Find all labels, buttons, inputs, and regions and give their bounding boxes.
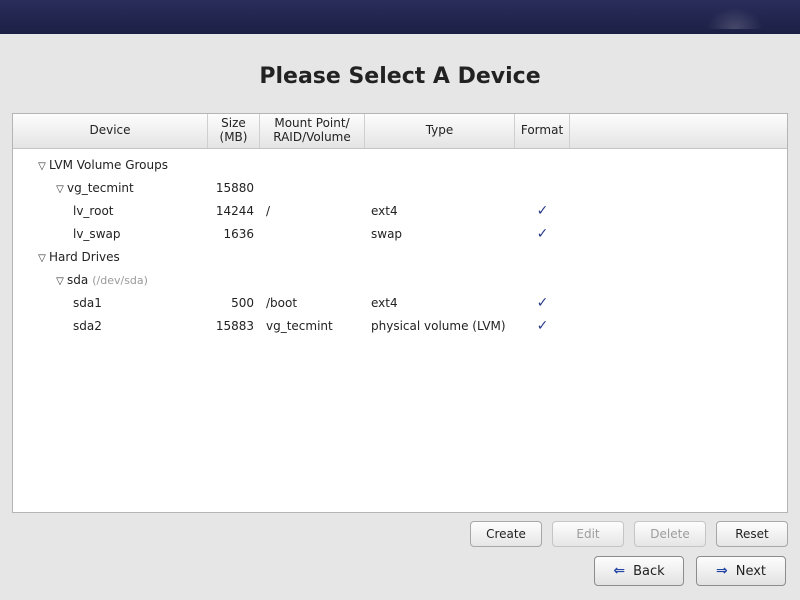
size-cell: 500 — [208, 296, 260, 310]
device-label: LVM Volume Groups — [49, 158, 168, 172]
check-icon: ✓ — [537, 226, 549, 242]
col-device[interactable]: Device — [13, 114, 208, 148]
size-cell: 1636 — [208, 227, 260, 241]
col-size[interactable]: Size (MB) — [208, 114, 260, 148]
col-spacer — [570, 114, 787, 148]
page-title: Please Select A Device — [0, 34, 800, 113]
window-titlebar — [0, 0, 800, 34]
create-button[interactable]: Create — [470, 521, 542, 547]
format-cell: ✓ — [515, 226, 570, 242]
size-cell: 15883 — [208, 319, 260, 333]
col-format[interactable]: Format — [515, 114, 570, 148]
type-cell: swap — [365, 227, 515, 241]
type-cell: ext4 — [365, 204, 515, 218]
table-row[interactable]: ▽LVM Volume Groups — [13, 153, 787, 176]
table-row[interactable]: sda1 500/bootext4 ✓ — [13, 291, 787, 314]
device-label: lv_swap — [73, 227, 120, 241]
back-label: Back — [633, 564, 665, 579]
check-icon: ✓ — [537, 295, 549, 311]
mount-cell: / — [260, 204, 365, 218]
nav-buttons: ⇐ Back ⇒ Next — [594, 556, 786, 586]
next-button[interactable]: ⇒ Next — [696, 556, 786, 586]
chevron-down-icon[interactable]: ▽ — [37, 253, 47, 264]
device-label: sda2 — [73, 319, 102, 333]
table-body[interactable]: ▽LVM Volume Groups▽vg_tecmint15880lv_roo… — [13, 149, 787, 512]
col-type[interactable]: Type — [365, 114, 515, 148]
table-row[interactable]: lv_root 14244/ext4 ✓ — [13, 199, 787, 222]
device-label: lv_root — [73, 204, 114, 218]
device-label: vg_tecmint — [67, 181, 134, 195]
format-cell: ✓ — [515, 203, 570, 219]
delete-button: Delete — [634, 521, 706, 547]
chevron-down-icon[interactable]: ▽ — [55, 184, 65, 195]
chevron-down-icon[interactable]: ▽ — [37, 161, 47, 172]
col-mount[interactable]: Mount Point/ RAID/Volume — [260, 114, 365, 148]
arrow-right-icon: ⇒ — [716, 563, 728, 579]
mount-cell: /boot — [260, 296, 365, 310]
device-panel: Device Size (MB) Mount Point/ RAID/Volum… — [12, 113, 788, 513]
table-row[interactable]: lv_swap 1636 swap ✓ — [13, 222, 787, 245]
chevron-down-icon[interactable]: ▽ — [55, 276, 65, 287]
mount-cell: vg_tecmint — [260, 319, 365, 333]
table-row[interactable]: ▽Hard Drives — [13, 245, 787, 268]
type-cell: ext4 — [365, 296, 515, 310]
table-row[interactable]: ▽sda (/dev/sda) — [13, 268, 787, 291]
type-cell: physical volume (LVM) — [365, 319, 515, 333]
size-cell: 15880 — [208, 181, 260, 195]
check-icon: ✓ — [537, 203, 549, 219]
format-cell: ✓ — [515, 318, 570, 334]
arrow-left-icon: ⇐ — [613, 563, 625, 579]
table-row[interactable]: sda2 15883vg_tecmintphysical volume (LVM)… — [13, 314, 787, 337]
device-label: sda — [67, 273, 88, 287]
edit-button: Edit — [552, 521, 624, 547]
table-header: Device Size (MB) Mount Point/ RAID/Volum… — [13, 114, 787, 149]
back-button[interactable]: ⇐ Back — [594, 556, 684, 586]
device-label: sda1 — [73, 296, 102, 310]
reset-button[interactable]: Reset — [716, 521, 788, 547]
table-row[interactable]: ▽vg_tecmint 15880 — [13, 176, 787, 199]
device-note: (/dev/sda) — [92, 274, 148, 287]
action-buttons: Create Edit Delete Reset — [0, 513, 800, 547]
format-cell: ✓ — [515, 295, 570, 311]
size-cell: 14244 — [208, 204, 260, 218]
next-label: Next — [736, 564, 766, 579]
device-label: Hard Drives — [49, 250, 120, 264]
check-icon: ✓ — [537, 318, 549, 334]
